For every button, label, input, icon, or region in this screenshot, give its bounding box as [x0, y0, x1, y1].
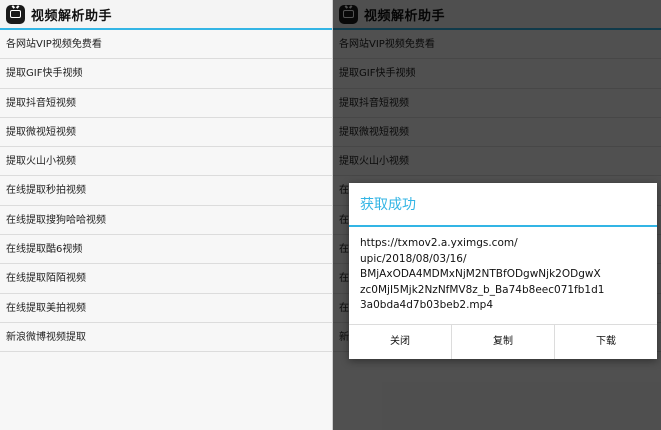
- video-url-line: https://txmov2.a.yximgs.com/: [360, 237, 518, 249]
- tv-icon: [6, 4, 25, 24]
- menu-list: 各网站VIP视频免费看 提取GIF快手视频 提取抖音短视频 提取微视短视频 提取…: [0, 30, 332, 353]
- screen-dialog: 视频解析助手 各网站VIP视频免费看 提取GIF快手视频 提取抖音短视频 提取微…: [333, 0, 661, 430]
- result-dialog: 获取成功 https://txmov2.a.yximgs.com/ upic/2…: [349, 183, 657, 359]
- video-url-line: 3a0bda4d7b03beb2.mp4: [360, 299, 493, 311]
- copy-button[interactable]: 复制: [451, 325, 554, 359]
- screen-menu: 视频解析助手 各网站VIP视频免费看 提取GIF快手视频 提取抖音短视频 提取微…: [0, 0, 332, 430]
- menu-item-weishi[interactable]: 提取微视短视频: [0, 118, 332, 148]
- dialog-button-bar: 关闭 复制 下载: [349, 324, 657, 359]
- menu-item-momo[interactable]: 在线提取陌陌视频: [0, 264, 332, 294]
- video-url-line: BMjAxODA4MDMxNjM2NTBfODgwNjk2ODgwX: [360, 268, 601, 280]
- menu-item-vip[interactable]: 各网站VIP视频免费看: [0, 30, 332, 60]
- download-button[interactable]: 下载: [554, 325, 657, 359]
- menu-item-huoshan[interactable]: 提取火山小视频: [0, 147, 332, 177]
- menu-item-douyin[interactable]: 提取抖音短视频: [0, 89, 332, 118]
- menu-item-weibo[interactable]: 新浪微博视频提取: [0, 323, 332, 353]
- close-button[interactable]: 关闭: [349, 325, 451, 359]
- app-bar: 视频解析助手: [0, 0, 332, 30]
- menu-item-sogou[interactable]: 在线提取搜狗哈哈视频: [0, 206, 332, 236]
- menu-item-ku6[interactable]: 在线提取酷6视频: [0, 235, 332, 265]
- dialog-title: 获取成功: [349, 183, 657, 227]
- menu-item-miaopai[interactable]: 在线提取秒拍视频: [0, 176, 332, 206]
- video-url-line: zc0MjI5Mjk2NzNfMV8z_b_Ba74b8eec071fb1d1: [360, 283, 605, 296]
- dialog-message: https://txmov2.a.yximgs.com/ upic/2018/0…: [349, 227, 657, 325]
- menu-item-kuaishou[interactable]: 提取GIF快手视频: [0, 59, 332, 89]
- video-url-line: upic/2018/08/03/16/: [360, 252, 467, 265]
- menu-item-meipai[interactable]: 在线提取美拍视频: [0, 294, 332, 323]
- app-title: 视频解析助手: [31, 8, 113, 24]
